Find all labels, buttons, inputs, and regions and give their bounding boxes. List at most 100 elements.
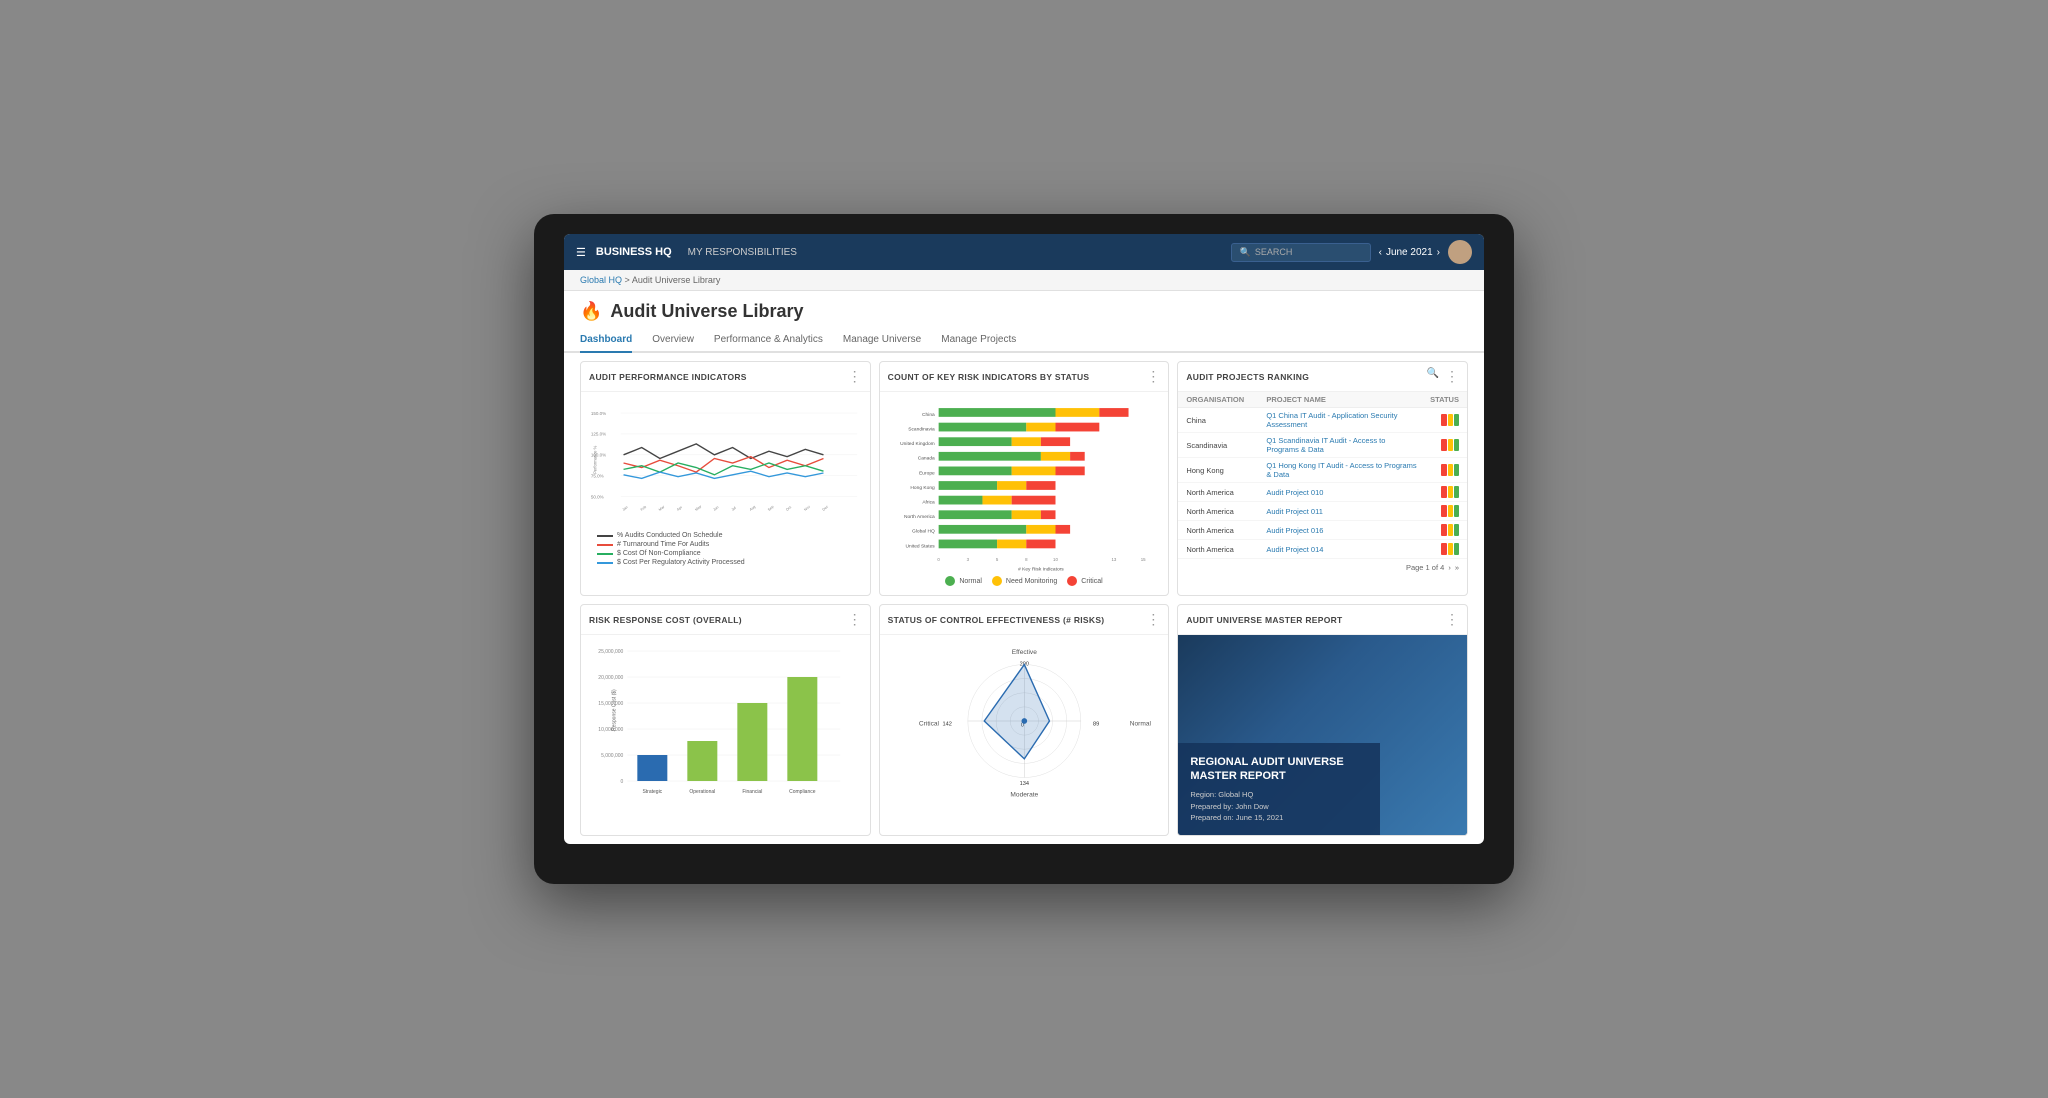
card-header-risk-response: RISK RESPONSE COST (OVERALL) ⋮ (581, 605, 870, 635)
svg-text:Response Cost ($): Response Cost ($) (611, 689, 617, 731)
card-key-risk: COUNT OF KEY RISK INDICATORS BY STATUS ⋮… (879, 361, 1170, 596)
report-prepared-by: Prepared by: John Dow (1190, 801, 1368, 812)
svg-text:Critical: Critical (919, 721, 940, 728)
nav-link-responsibilities[interactable]: MY RESPONSIBILITIES (688, 247, 797, 258)
report-prepared-on: Prepared on: June 15, 2021 (1190, 812, 1368, 823)
col-project-name: PROJECT NAME (1266, 395, 1419, 404)
page-title: Audit Universe Library (610, 301, 803, 322)
svg-text:Moderate: Moderate (1010, 791, 1038, 798)
card-menu-audit-performance[interactable]: ⋮ (848, 368, 862, 385)
legend-dot-monitoring (992, 576, 1002, 586)
card-menu-risk-response[interactable]: ⋮ (848, 611, 862, 628)
legend-item-4: $ Cost Per Regulatory Activity Processed (597, 559, 854, 566)
ranking-column-headers: ORGANISATION PROJECT NAME STATUS (1178, 392, 1467, 408)
svg-text:0: 0 (621, 779, 624, 785)
card-title-master-report: AUDIT UNIVERSE MASTER REPORT (1186, 615, 1342, 625)
svg-text:Mar: Mar (658, 504, 666, 512)
avatar[interactable] (1448, 240, 1472, 264)
audit-performance-svg: 150.0% 125.0% 100.0% 75.0% 50.0% (589, 398, 862, 528)
svg-text:Jan: Jan (622, 505, 629, 512)
radar-chart-svg: Effective Normal Moderate Critical 200 8… (888, 641, 1161, 801)
card-header-master-report: AUDIT UNIVERSE MASTER REPORT ⋮ (1178, 605, 1467, 635)
card-header-audit-performance: AUDIT PERFORMANCE INDICATORS ⋮ (581, 362, 870, 392)
search-placeholder: SEARCH (1255, 247, 1293, 257)
svg-text:10: 10 (1053, 557, 1058, 562)
svg-text:125.0%: 125.0% (591, 432, 606, 437)
dashboard-top-row: AUDIT PERFORMANCE INDICATORS ⋮ 150.0% 12… (564, 353, 1484, 604)
legend-label-2: # Turnaround Time For Audits (617, 541, 709, 548)
svg-text:25,000,000: 25,000,000 (598, 649, 623, 655)
card-header-key-risk: COUNT OF KEY RISK INDICATORS BY STATUS ⋮ (880, 362, 1169, 392)
card-body-control-effectiveness: Effective Normal Moderate Critical 200 8… (880, 635, 1169, 807)
status-icon-2 (1441, 439, 1459, 451)
table-row: North America Audit Project 014 (1178, 540, 1467, 559)
page-header: 🔥 Audit Universe Library (564, 291, 1484, 322)
hamburger-icon[interactable]: ☰ (576, 246, 586, 259)
nav-brand: BUSINESS HQ (596, 246, 672, 258)
svg-text:Operational: Operational (689, 789, 715, 795)
radar-chart-area: Effective Normal Moderate Critical 200 8… (888, 641, 1161, 801)
status-icon-6 (1441, 524, 1459, 536)
breadcrumb-current: Audit Universe Library (632, 275, 721, 285)
card-menu-control-effectiveness[interactable]: ⋮ (1146, 611, 1160, 628)
pagination-last-icon[interactable]: » (1455, 563, 1459, 572)
card-menu-projects[interactable]: ⋮ (1445, 368, 1459, 385)
date-nav: ‹ June 2021 › (1379, 247, 1440, 258)
status-icon-3 (1441, 464, 1459, 476)
card-header-audit-projects: AUDIT PROJECTS RANKING 🔍 ⋮ (1178, 362, 1467, 392)
tab-manage-projects[interactable]: Manage Projects (941, 328, 1016, 353)
svg-text:Apr: Apr (676, 505, 683, 512)
tab-manage-universe[interactable]: Manage Universe (843, 328, 921, 353)
svg-text:150.0%: 150.0% (591, 411, 606, 416)
prev-month-icon[interactable]: ‹ (1379, 247, 1382, 258)
svg-text:Nov: Nov (803, 505, 811, 512)
svg-text:Sep: Sep (767, 505, 775, 512)
breadcrumb-home[interactable]: Global HQ (580, 275, 622, 285)
svg-text:China: China (922, 412, 935, 418)
legend-label-1: % Audits Conducted On Schedule (617, 532, 722, 539)
card-title-audit-performance: AUDIT PERFORMANCE INDICATORS (589, 372, 747, 382)
breadcrumb-separator: > (625, 275, 630, 285)
svg-text:United States: United States (905, 543, 935, 549)
key-risk-legend: Normal Need Monitoring Critical (888, 573, 1161, 589)
card-body-key-risk: China Scandinavia United Kingdom Canada … (880, 392, 1169, 595)
svg-text:89: 89 (1093, 722, 1099, 728)
svg-text:Jul: Jul (731, 506, 737, 512)
tab-overview[interactable]: Overview (652, 328, 694, 353)
svg-text:Aug: Aug (749, 505, 757, 512)
card-audit-performance: AUDIT PERFORMANCE INDICATORS ⋮ 150.0% 12… (580, 361, 871, 596)
legend-critical: Critical (1067, 576, 1102, 586)
svg-text:142: 142 (942, 722, 951, 728)
key-risk-chart-area: China Scandinavia United Kingdom Canada … (888, 398, 1161, 573)
legend-line-2 (597, 544, 613, 546)
card-title-risk-response: RISK RESPONSE COST (OVERALL) (589, 615, 742, 625)
search-box[interactable]: 🔍 SEARCH (1231, 243, 1371, 262)
nav-search-area: 🔍 SEARCH ‹ June 2021 › (1231, 240, 1472, 264)
svg-text:Jun: Jun (712, 505, 719, 512)
svg-text:15: 15 (1140, 557, 1145, 562)
tab-dashboard[interactable]: Dashboard (580, 328, 632, 353)
risk-response-chart: Response Cost ($) 25,000,000 20,000,000 … (589, 641, 862, 806)
tab-performance[interactable]: Performance & Analytics (714, 328, 823, 353)
svg-text:Financial: Financial (742, 789, 762, 795)
svg-text:Performance %: Performance % (592, 445, 597, 473)
search-icon-projects[interactable]: 🔍 (1427, 368, 1439, 385)
table-row: Hong Kong Q1 Hong Kong IT Audit - Access… (1178, 458, 1467, 483)
card-menu-master-report[interactable]: ⋮ (1445, 611, 1459, 628)
app-logo-icon: 🔥 (580, 301, 602, 322)
legend-item-2: # Turnaround Time For Audits (597, 541, 854, 548)
pagination-next-icon[interactable]: › (1448, 563, 1451, 572)
card-risk-response: RISK RESPONSE COST (OVERALL) ⋮ Response … (580, 604, 871, 836)
next-month-icon[interactable]: › (1437, 247, 1440, 258)
svg-text:8: 8 (1025, 557, 1028, 562)
svg-text:10,000,000: 10,000,000 (598, 727, 623, 733)
svg-text:Feb: Feb (640, 505, 647, 512)
legend-label-3: $ Cost Of Non-Compliance (617, 550, 701, 557)
svg-text:Strategic: Strategic (642, 789, 662, 795)
svg-text:North America: North America (904, 514, 935, 520)
key-risk-svg: China Scandinavia United Kingdom Canada … (888, 398, 1161, 573)
svg-text:Global HQ: Global HQ (912, 529, 935, 535)
legend-label-critical: Critical (1081, 578, 1102, 585)
svg-text:United Kingdom: United Kingdom (900, 441, 935, 447)
card-menu-key-risk[interactable]: ⋮ (1146, 368, 1160, 385)
